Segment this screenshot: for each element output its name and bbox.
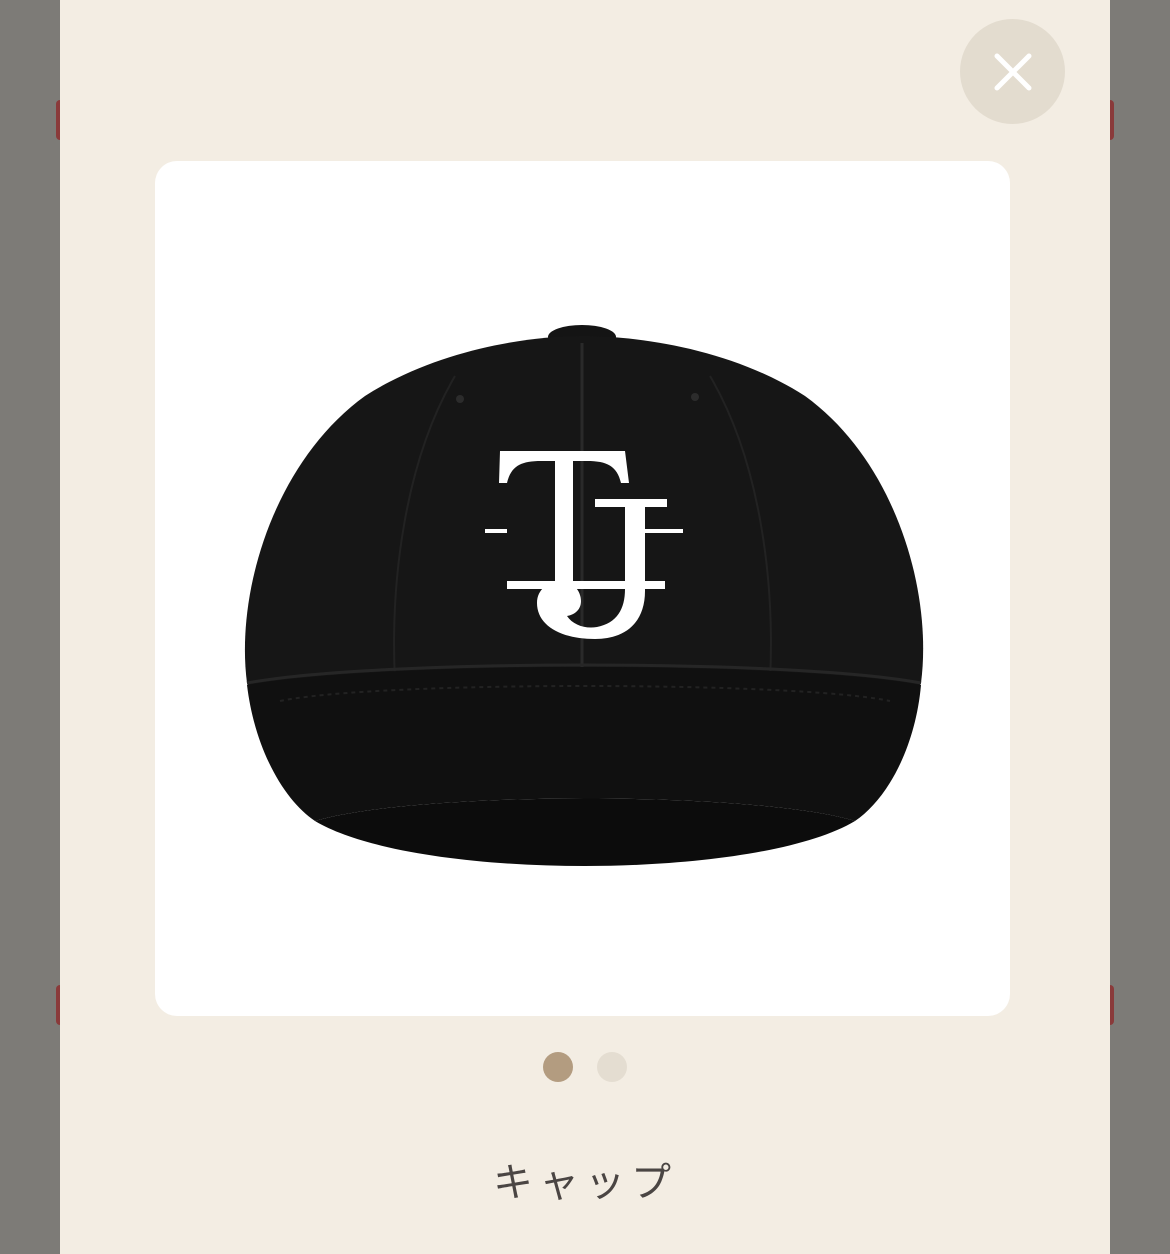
close-icon	[994, 53, 1031, 90]
product-name: キャップ	[493, 1160, 677, 1206]
product-image[interactable]	[155, 161, 1010, 1016]
carousel-indicator	[60, 1052, 1110, 1082]
close-button[interactable]	[960, 19, 1065, 124]
carousel-dot-1[interactable]	[543, 1052, 573, 1082]
product-modal: キャップ	[60, 0, 1110, 1254]
cap-image	[244, 325, 924, 866]
carousel-dot-2[interactable]	[597, 1052, 627, 1082]
